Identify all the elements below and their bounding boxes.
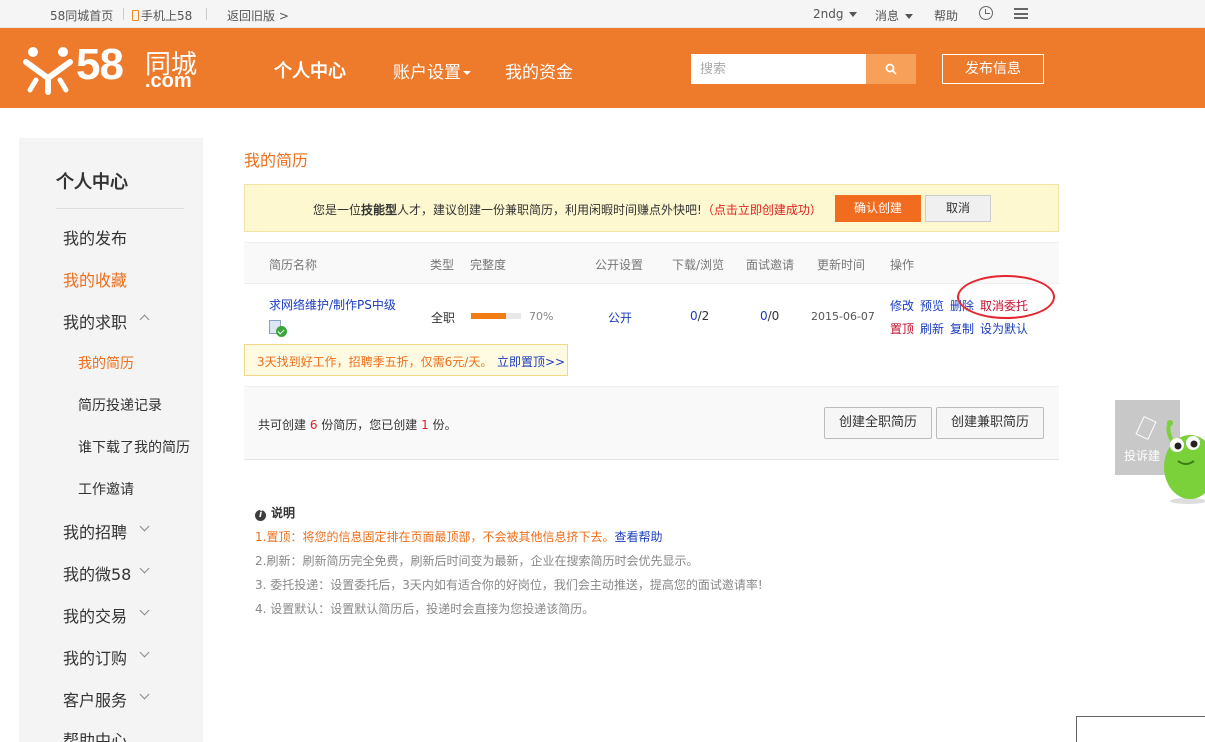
info-icon: i — [255, 510, 266, 521]
search-input[interactable] — [691, 54, 866, 84]
copy-link[interactable]: 复制 — [950, 320, 974, 337]
logo[interactable]: 58 同城 .com — [22, 40, 212, 95]
sidebar-item-trades[interactable]: 我的交易 — [63, 603, 127, 627]
edit-link[interactable]: 修改 — [890, 297, 914, 314]
promo-banner: 3天找到好工作，招聘季五折，仅需6元/天。 立即置顶>> — [244, 344, 568, 376]
chevron-down-icon[interactable] — [139, 521, 150, 532]
sidebar: 个人中心 我的发布 我的收藏 我的求职 我的简历 简历投递记录 谁下载了我的简历… — [19, 138, 203, 742]
sidebar-sub-delivery-records[interactable]: 简历投递记录 — [78, 395, 162, 415]
pin-top-link[interactable]: 置顶 — [890, 320, 914, 337]
set-default-link[interactable]: 设为默认 — [980, 320, 1028, 337]
home-link[interactable]: 58同城首页 — [50, 7, 113, 24]
nav-account-settings[interactable]: 账户设置 — [393, 58, 471, 83]
sidebar-sub-job-invites[interactable]: 工作邀请 — [78, 479, 134, 499]
completeness-fill — [471, 313, 506, 319]
sidebar-item-job-search[interactable]: 我的求职 — [63, 309, 127, 333]
divider — [56, 208, 184, 209]
update-time: 2015-06-07 — [811, 310, 875, 323]
mascot-icon[interactable] — [1160, 415, 1205, 505]
nav-my-funds[interactable]: 我的资金 — [505, 58, 573, 83]
chevron-down-icon[interactable] — [139, 689, 150, 700]
resume-name-link[interactable]: 求网络维护/制作PS中级 — [269, 296, 396, 313]
post-info-button[interactable]: 发布信息 — [942, 54, 1044, 84]
completeness-bar — [471, 313, 521, 319]
column-header: 更新时间 — [817, 258, 866, 272]
chevron-down-icon[interactable] — [139, 647, 150, 658]
sidebar-item-favorites[interactable]: 我的收藏 — [63, 267, 127, 291]
site-header: 58 同城 .com 个人中心 账户设置 我的资金 发布信息 — [0, 28, 1205, 108]
notice-text: 您是一位技能型人才，建议创建一份兼职简历，利用闲暇时间赚点外快吧!（点击立即创建… — [313, 203, 822, 217]
sidebar-item-help-center[interactable]: 帮助中心 — [63, 727, 127, 742]
column-header: 操作 — [890, 258, 915, 272]
menu-icon[interactable] — [1014, 8, 1028, 19]
corner-widget — [1076, 716, 1205, 742]
help-link[interactable]: 查看帮助 — [614, 530, 662, 544]
user-menu[interactable]: 2ndg — [813, 7, 858, 21]
mobile-link[interactable]: 手机上58 — [132, 7, 192, 24]
column-header: 简历名称 — [269, 258, 318, 272]
resume-type: 全职 — [431, 311, 456, 325]
divider — [123, 8, 124, 20]
help-link[interactable]: 帮助 — [934, 7, 958, 24]
refresh-link[interactable]: 刷新 — [920, 320, 944, 337]
download-view-count: 0/2 — [690, 309, 710, 323]
visibility-setting[interactable]: 公开 — [608, 309, 632, 326]
chevron-down-icon[interactable] — [139, 563, 150, 574]
sidebar-sub-who-downloaded[interactable]: 谁下载了我的简历 — [78, 437, 190, 457]
sidebar-title: 个人中心 — [56, 172, 128, 193]
sidebar-sub-my-resume[interactable]: 我的简历 — [78, 353, 134, 373]
column-header: 下载/浏览 — [672, 258, 725, 272]
cancel-button[interactable]: 取消 — [925, 195, 991, 222]
promo-text: 3天找到好工作，招聘季五折，仅需6元/天。 — [257, 355, 493, 369]
logo-number: 58 — [76, 40, 124, 89]
verified-check-icon — [276, 326, 287, 337]
nav-personal-center[interactable]: 个人中心 — [274, 57, 346, 83]
note-item: 4. 设置默认：设置默认简历后，投递时会直接为您投递该简历。 — [255, 602, 595, 616]
note-item: 3. 委托投递：设置委托后，3天内如有适合你的好岗位，我们会主动推送，提高您的面… — [255, 578, 763, 592]
divider — [206, 8, 207, 20]
clock-icon[interactable] — [979, 6, 993, 20]
highlight-annotation — [957, 275, 1055, 319]
old-version-link[interactable]: 返回旧版 > — [227, 7, 289, 24]
sidebar-item-customer-service[interactable]: 客户服务 — [63, 687, 127, 711]
caret-down-icon — [463, 71, 471, 75]
search-icon — [885, 63, 897, 75]
chevron-down-icon — [849, 12, 858, 17]
feedback-label: 投诉建 — [1124, 449, 1161, 463]
resume-summary: 共可创建 6 份简历，您已创建 1 份。 创建全职简历 创建兼职简历 — [244, 386, 1059, 460]
logo-mark-icon — [23, 47, 73, 95]
sidebar-item-orders[interactable]: 我的订购 — [63, 645, 127, 669]
column-header: 类型 — [430, 258, 455, 272]
confirm-create-button[interactable]: 确认创建 — [835, 195, 921, 222]
note-item: 2.刷新：刷新简历完全免费，刷新后时间变为最新，企业在搜索简历时会优先显示。 — [255, 554, 699, 568]
top-utility-bar: 58同城首页 手机上58 返回旧版 > 2ndg 消息 帮助 — [0, 0, 1205, 28]
completeness-value: 70% — [529, 310, 554, 323]
preview-link[interactable]: 预览 — [920, 297, 944, 314]
resume-table-header: 简历名称 类型 完整度 公开设置 下载/浏览 面试邀请 更新时间 操作 — [244, 242, 1059, 284]
interview-invites: 0/0 — [760, 309, 780, 323]
create-parttime-resume-button[interactable]: 创建兼职简历 — [936, 407, 1044, 439]
column-header: 面试邀请 — [746, 258, 795, 272]
logo-domain: .com — [145, 70, 192, 92]
notes-title: i 说明 — [255, 504, 295, 521]
chevron-up-icon[interactable] — [139, 314, 150, 325]
sidebar-item-recruit[interactable]: 我的招聘 — [63, 519, 127, 543]
sidebar-item-micro58[interactable]: 我的微58 — [63, 561, 131, 585]
search-button[interactable] — [866, 54, 916, 84]
sidebar-item-my-posts[interactable]: 我的发布 — [63, 225, 127, 249]
chevron-down-icon[interactable] — [139, 605, 150, 616]
promo-link[interactable]: 立即置顶>> — [497, 353, 565, 370]
parttime-notice: 您是一位技能型人才，建议创建一份兼职简历，利用闲暇时间赚点外快吧!（点击立即创建… — [244, 184, 1059, 232]
pencil-icon — [1135, 415, 1157, 441]
username: 2ndg — [813, 7, 844, 21]
messages-menu[interactable]: 消息 — [875, 7, 914, 24]
page-title: 我的简历 — [244, 151, 309, 170]
create-fulltime-resume-button[interactable]: 创建全职简历 — [824, 407, 932, 439]
column-header: 完整度 — [470, 258, 507, 272]
phone-icon — [132, 10, 139, 21]
column-header: 公开设置 — [595, 258, 644, 272]
note-item: 1.置顶：将您的信息固定排在页面最顶部，不会被其他信息挤下去。查看帮助 — [255, 530, 663, 544]
chevron-down-icon — [905, 14, 914, 19]
summary-text: 共可创建 6 份简历，您已创建 1 份。 — [258, 418, 457, 432]
